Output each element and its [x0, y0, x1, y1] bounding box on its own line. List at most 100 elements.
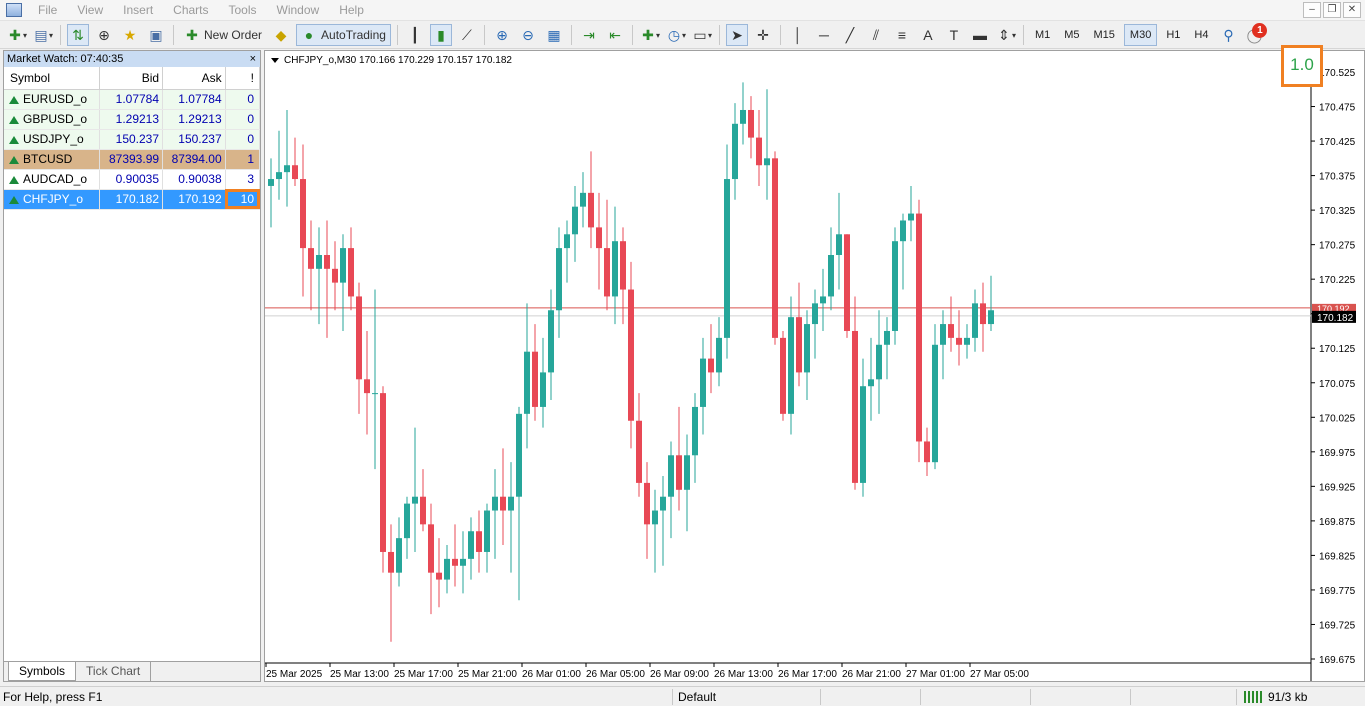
table-row[interactable]: USDJPY_o 150.237 150.237 0: [4, 129, 261, 150]
menu-help[interactable]: Help: [329, 0, 374, 21]
candle-bearish: [500, 496, 506, 511]
market-watch-toggle[interactable]: ⇅: [67, 24, 89, 46]
menu-window[interactable]: Window: [267, 0, 330, 21]
chart-window[interactable]: 170.525 170.475 170.425 170.375 170.325 170.2…: [264, 45, 1365, 682]
text-tool[interactable]: A: [917, 24, 939, 46]
price-tick-label: 169.825: [1319, 551, 1356, 562]
ask-price: 0.90038: [162, 169, 226, 190]
profiles-button[interactable]: ▤ ▾: [32, 24, 54, 46]
price-tick-label: 170.475: [1319, 103, 1356, 114]
text-label-tool[interactable]: T: [943, 24, 965, 46]
dropdown-triangle-icon[interactable]: [271, 57, 279, 63]
candle-bearish: [292, 165, 298, 180]
horizontal-line-tool[interactable]: ─: [813, 24, 835, 46]
indicators-button[interactable]: ✚ ▾: [639, 24, 661, 46]
price-tick-label: 170.125: [1319, 344, 1356, 355]
price-tick-label: 170.075: [1319, 379, 1356, 390]
timeframe-h1[interactable]: H1: [1161, 24, 1185, 46]
table-row-selected[interactable]: CHFJPY_o 170.182 170.192 10: [4, 189, 261, 210]
arrows-tool[interactable]: ⇕ ▾: [995, 24, 1017, 46]
crosshair-tool[interactable]: ✛: [752, 24, 774, 46]
timeframe-m15[interactable]: M15: [1089, 24, 1120, 46]
trendline-tool[interactable]: ╱: [839, 24, 861, 46]
tab-tick-chart[interactable]: Tick Chart: [76, 662, 152, 681]
candle-bullish: [908, 213, 914, 221]
price-tick-label: 170.375: [1319, 172, 1356, 183]
column-symbol[interactable]: Symbol: [4, 67, 101, 90]
periods-button[interactable]: ◷ ▾: [665, 24, 687, 46]
autotrading-label: AutoTrading: [321, 28, 386, 42]
candlestick-button[interactable]: ▮: [429, 24, 452, 46]
menu-view[interactable]: View: [67, 0, 113, 21]
channel-tool[interactable]: ⫽: [865, 24, 887, 46]
zoom-out-button[interactable]: ⊖: [517, 24, 539, 46]
restore-icon[interactable]: ❐: [1323, 2, 1341, 18]
zoom-in-button[interactable]: ⊕: [491, 24, 513, 46]
tile-windows-button[interactable]: ▦: [543, 24, 565, 46]
templates-button[interactable]: ▭ ▾: [691, 24, 713, 46]
ask-price: 150.237: [162, 129, 226, 150]
cursor-tool[interactable]: ➤: [725, 24, 748, 46]
vertical-line-tool[interactable]: │: [787, 24, 809, 46]
candle-bullish: [716, 337, 722, 373]
candle-bullish: [268, 179, 274, 186]
traffic-status: 91/3 kb: [1268, 690, 1308, 704]
new-order-button[interactable]: ✚ New Order: [180, 24, 266, 46]
candle-bullish: [396, 538, 402, 573]
toolbar-separator: [779, 25, 781, 45]
timeframe-m1[interactable]: M1: [1030, 24, 1055, 46]
auto-scroll-button[interactable]: ⇥: [578, 24, 600, 46]
candle-bullish: [412, 496, 418, 504]
candle-bullish: [556, 248, 562, 311]
table-row[interactable]: BTCUSD 87393.99 87394.00 1: [4, 149, 261, 170]
table-row[interactable]: AUDCAD_o 0.90035 0.90038 3: [4, 169, 261, 190]
candle-bullish: [548, 310, 554, 373]
autotrading-button[interactable]: ● AutoTrading: [296, 24, 391, 46]
terminal-toggle[interactable]: ▣: [145, 24, 167, 46]
timeframe-h4[interactable]: H4: [1189, 24, 1213, 46]
spread-indicator: 1.0: [1281, 45, 1323, 87]
search-button[interactable]: ⚲: [1217, 24, 1239, 46]
candle-bullish: [724, 179, 730, 338]
metaeditor-button[interactable]: ◆: [270, 24, 292, 46]
time-tick-label: 26 Mar 09:00: [650, 669, 709, 680]
minimize-icon[interactable]: –: [1303, 2, 1321, 18]
timeframe-m30[interactable]: M30: [1123, 24, 1158, 46]
menu-charts[interactable]: Charts: [163, 0, 218, 21]
notifications-button[interactable]: ◯ 1: [1243, 23, 1268, 46]
table-row[interactable]: EURUSD_o 1.07784 1.07784 0: [4, 89, 261, 110]
indicators-icon: ✚: [642, 27, 654, 43]
favorites-button[interactable]: ★: [119, 24, 141, 46]
column-ask[interactable]: Ask: [162, 67, 226, 90]
line-chart-button[interactable]: ⟋: [456, 24, 478, 46]
tile-windows-icon: ▦: [547, 27, 561, 43]
chart-shift-button[interactable]: ⇤: [604, 24, 626, 46]
channel-icon: ⫽: [872, 27, 880, 43]
menu-file[interactable]: File: [28, 0, 67, 21]
candle-bullish: [884, 330, 890, 345]
candlestick-chart[interactable]: 170.525 170.475 170.425 170.375 170.325 170.2…: [265, 51, 1364, 681]
help-hint: For Help, press F1: [3, 690, 103, 704]
column-spread[interactable]: !: [225, 67, 261, 90]
close-icon[interactable]: ×: [250, 51, 256, 67]
close-icon[interactable]: ✕: [1343, 2, 1361, 18]
navigator-toggle[interactable]: ⊕: [93, 24, 115, 46]
spread-value: 0: [225, 89, 261, 110]
new-chart-button[interactable]: ✚ ▾: [6, 24, 28, 46]
tab-symbols[interactable]: Symbols: [8, 662, 77, 681]
market-watch-title-bar: Market Watch: 07:40:35 ×: [4, 51, 260, 67]
candle-bullish: [276, 172, 282, 180]
candle-bearish: [748, 109, 754, 138]
price-tick-label: 169.725: [1319, 620, 1356, 631]
menu-tools[interactable]: Tools: [219, 0, 267, 21]
menu-insert[interactable]: Insert: [113, 0, 163, 21]
candle-bearish: [300, 179, 306, 249]
fibonacci-tool[interactable]: ≡: [891, 24, 913, 46]
rectangle-tool[interactable]: ▬: [969, 24, 991, 46]
bar-chart-button[interactable]: ┃: [404, 24, 426, 46]
candle-bearish: [772, 158, 778, 338]
column-bid[interactable]: Bid: [99, 67, 164, 90]
candle-bullish: [580, 192, 586, 207]
table-row[interactable]: GBPUSD_o 1.29213 1.29213 0: [4, 109, 261, 130]
timeframe-m5[interactable]: M5: [1059, 24, 1084, 46]
